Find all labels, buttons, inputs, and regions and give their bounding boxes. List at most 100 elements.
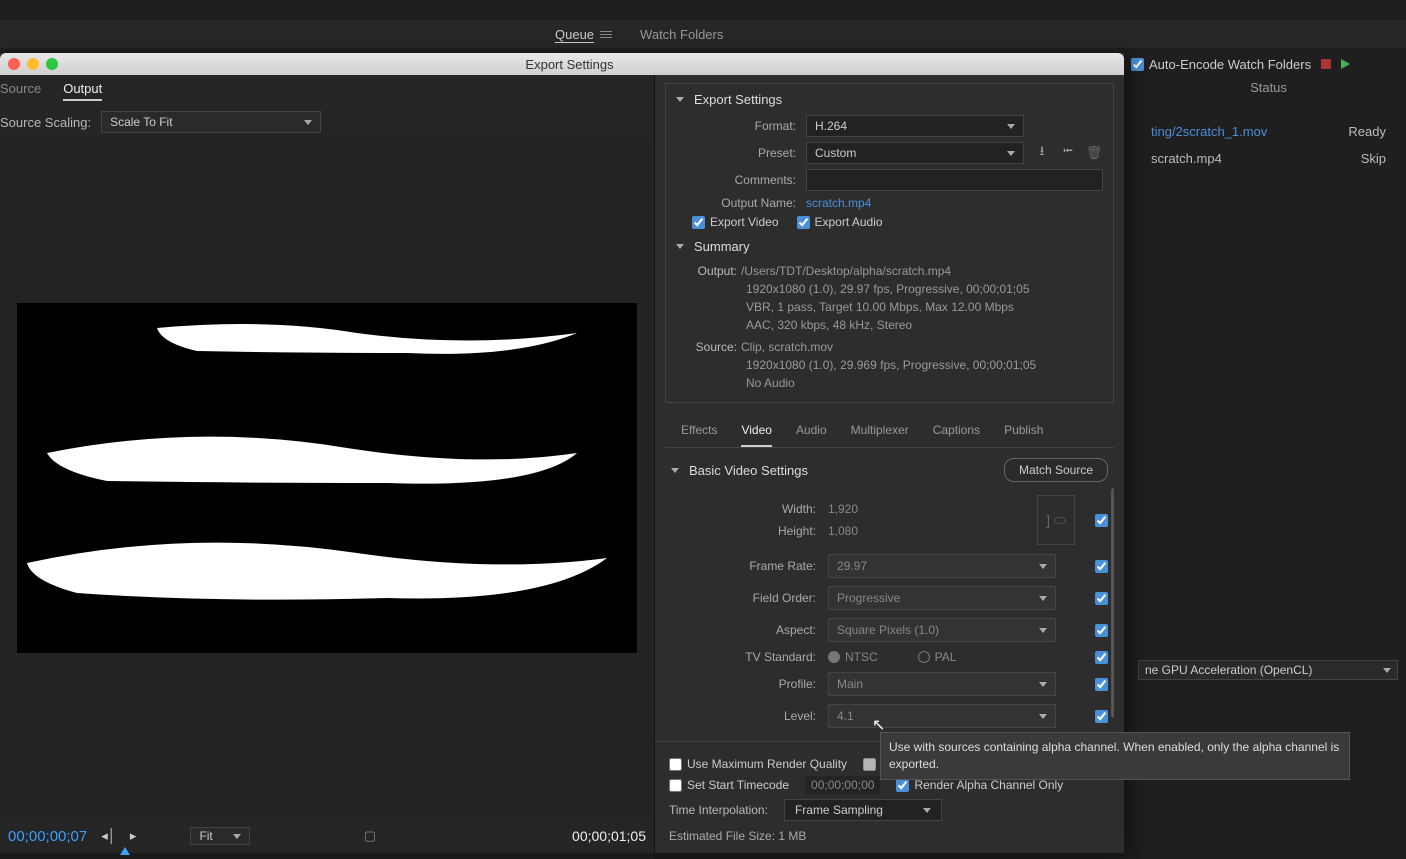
preset-label: Preset: xyxy=(676,146,796,160)
cursor-icon: ↖ xyxy=(872,715,885,735)
summary-source: Source:Clip, scratch.mov 1920x1080 (1.0)… xyxy=(676,338,1103,392)
chevron-down-icon xyxy=(304,120,312,125)
dimensions-lock-checkbox[interactable] xyxy=(1095,514,1108,527)
tv-standard-checkbox[interactable] xyxy=(1095,651,1108,664)
preset-select[interactable]: Custom xyxy=(806,142,1024,164)
start-queue-icon[interactable] xyxy=(1341,59,1350,69)
profile-checkbox[interactable] xyxy=(1095,678,1108,691)
format-label: Format: xyxy=(676,119,796,133)
tab-watch-folders[interactable]: Watch Folders xyxy=(640,27,723,42)
field-order-select[interactable]: Progressive xyxy=(828,586,1056,610)
field-order-label: Field Order: xyxy=(671,591,816,605)
framerate-label: Frame Rate: xyxy=(671,559,816,573)
in-timecode[interactable]: 00;00;00;07 xyxy=(8,828,87,845)
queue-row[interactable]: ting/2scratch_1.movReady xyxy=(1131,118,1406,145)
queue-file-link[interactable]: ting/2scratch_1.mov xyxy=(1151,124,1267,139)
source-tab[interactable]: Source xyxy=(0,81,41,101)
comments-input[interactable] xyxy=(806,169,1103,191)
set-start-timecode-checkbox[interactable]: Set Start Timecode xyxy=(669,778,789,792)
queue-items: ting/2scratch_1.movReady scratch.mp4 Skip xyxy=(1131,118,1406,172)
summary-output: Output:/Users/TDT/Desktop/alpha/scratch.… xyxy=(676,262,1103,334)
app-tabs: Queue Watch Folders xyxy=(0,20,1406,48)
render-alpha-only-checkbox[interactable]: Render Alpha Channel Only xyxy=(896,778,1063,792)
summary-title: Summary xyxy=(694,239,750,254)
delete-preset-icon[interactable]: 🗑 xyxy=(1086,145,1102,161)
framerate-checkbox[interactable] xyxy=(1095,560,1108,573)
aspect-select[interactable]: Square Pixels (1.0) xyxy=(828,618,1056,642)
level-checkbox[interactable] xyxy=(1095,710,1108,723)
tab-queue[interactable]: Queue xyxy=(555,27,612,42)
tooltip: Use with sources containing alpha channe… xyxy=(880,732,1350,780)
safe-margins-icon[interactable]: ▢ xyxy=(364,828,376,844)
queue-status: Skip xyxy=(1361,151,1386,166)
output-tab[interactable]: Output xyxy=(63,81,102,101)
basic-video-title: Basic Video Settings xyxy=(689,463,808,478)
queue-file: scratch.mp4 xyxy=(1151,151,1222,166)
out-timecode[interactable]: 00;00;01;05 xyxy=(572,828,646,844)
close-window-icon[interactable] xyxy=(8,58,20,70)
estimated-size-label: Estimated File Size: xyxy=(669,829,775,843)
match-source-button[interactable]: Match Source xyxy=(1004,458,1108,482)
chevron-down-icon xyxy=(1383,668,1391,673)
start-timecode-field[interactable]: 00;00;00;00 xyxy=(805,776,880,794)
queue-toolbar: Auto-Encode Watch Folders xyxy=(1131,52,1406,76)
tab-audio[interactable]: Audio xyxy=(796,423,827,447)
export-audio-checkbox[interactable]: Export Audio xyxy=(797,215,883,229)
panel-title: Export Settings xyxy=(694,92,782,107)
stop-icon[interactable] xyxy=(1321,59,1331,69)
tv-standard-label: TV Standard: xyxy=(671,650,816,664)
disclosure-triangle-icon[interactable] xyxy=(676,244,684,249)
max-render-quality-checkbox[interactable]: Use Maximum Render Quality xyxy=(669,757,847,771)
comments-label: Comments: xyxy=(676,173,796,187)
import-preset-icon[interactable]: ⭰ xyxy=(1060,145,1076,161)
export-video-checkbox[interactable]: Export Video xyxy=(692,215,779,229)
preview-timeline: 00;00;00;07 ◂│ ▸ Fit ▢ 00;00;01;05 xyxy=(0,819,654,853)
status-header: Status xyxy=(1131,80,1406,95)
height-value[interactable]: 1,080 xyxy=(828,524,1028,538)
zoom-window-icon[interactable] xyxy=(46,58,58,70)
panel-menu-icon[interactable] xyxy=(600,29,612,39)
time-interpolation-select[interactable]: Frame Sampling xyxy=(784,799,942,821)
preview-canvas[interactable] xyxy=(17,303,637,653)
aspect-label: Aspect: xyxy=(671,623,816,637)
play-icon[interactable]: ▸ xyxy=(130,828,137,844)
source-scaling-select[interactable]: Scale To Fit xyxy=(101,111,321,133)
width-label: Width: xyxy=(671,502,816,516)
disclosure-triangle-icon[interactable] xyxy=(676,97,684,102)
preview-column: Source Output Source Scaling: Scale To F… xyxy=(0,75,655,853)
preview-mode-tabs: Source Output xyxy=(0,75,654,107)
disclosure-triangle-icon[interactable] xyxy=(671,468,679,473)
time-interpolation-label: Time Interpolation: xyxy=(669,803,768,817)
width-value[interactable]: 1,920 xyxy=(828,502,1028,516)
pal-radio[interactable]: PAL xyxy=(918,650,957,664)
profile-select[interactable]: Main xyxy=(828,672,1056,696)
ntsc-radio[interactable]: NTSC xyxy=(828,650,878,664)
save-preset-icon[interactable]: ⭳ xyxy=(1034,145,1050,161)
step-back-icon[interactable]: ◂│ xyxy=(101,828,116,844)
aspect-checkbox[interactable] xyxy=(1095,624,1108,637)
tab-video[interactable]: Video xyxy=(741,423,771,447)
estimated-size-value: 1 MB xyxy=(778,829,806,843)
framerate-select[interactable]: 29.97 xyxy=(828,554,1056,578)
tab-effects[interactable]: Effects xyxy=(681,423,717,447)
renderer-select[interactable]: ne GPU Acceleration (OpenCL) xyxy=(1138,660,1398,680)
zoom-fit-select[interactable]: Fit xyxy=(190,827,249,845)
tab-publish[interactable]: Publish xyxy=(1004,423,1043,447)
level-label: Level: xyxy=(671,709,816,723)
video-settings-scroll[interactable]: Basic Video Settings Match Source Width:… xyxy=(665,448,1114,741)
format-select[interactable]: H.264 xyxy=(806,115,1024,137)
minimize-window-icon[interactable] xyxy=(27,58,39,70)
level-select[interactable]: 4.1 xyxy=(828,704,1056,728)
height-label: Height: xyxy=(671,524,816,538)
field-order-checkbox[interactable] xyxy=(1095,592,1108,605)
queue-row[interactable]: scratch.mp4 Skip xyxy=(1131,145,1406,172)
tab-multiplexer[interactable]: Multiplexer xyxy=(851,423,909,447)
tab-captions[interactable]: Captions xyxy=(933,423,980,447)
scrollbar[interactable] xyxy=(1111,488,1114,718)
source-scaling-row: Source Scaling: Scale To Fit xyxy=(0,107,654,137)
output-name-link[interactable]: scratch.mp4 xyxy=(806,196,871,210)
preview-area xyxy=(0,137,654,819)
profile-label: Profile: xyxy=(671,677,816,691)
link-dimensions-icon[interactable]: ] ⬭ xyxy=(1037,495,1075,545)
auto-encode-checkbox[interactable]: Auto-Encode Watch Folders xyxy=(1131,57,1311,72)
